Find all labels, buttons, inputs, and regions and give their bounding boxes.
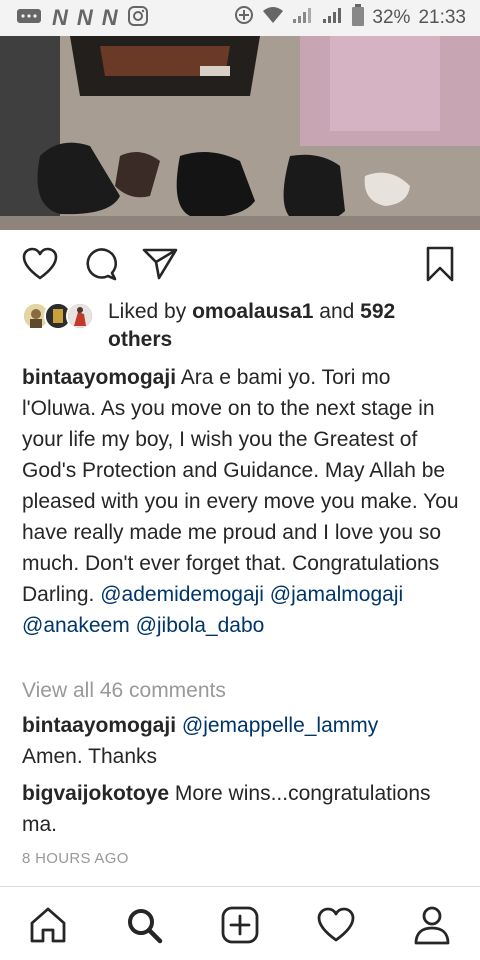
notification-icon: N <box>101 5 118 30</box>
instagram-icon <box>127 5 149 32</box>
battery-icon <box>352 4 365 32</box>
comment-username[interactable]: bigvaijokotoye <box>22 782 169 805</box>
wifi-icon <box>262 6 284 30</box>
mention-link[interactable]: @jibola_dabo <box>136 614 265 637</box>
liked-by-prefix: Liked by <box>108 300 193 323</box>
avatar <box>66 302 94 330</box>
liker-avatars[interactable] <box>22 302 100 332</box>
home-icon[interactable] <box>26 903 70 947</box>
notification-icon: N <box>52 5 68 30</box>
caption-text: Ara e bami yo. Tori mo l'Oluwa. As you m… <box>22 366 459 606</box>
post-actions <box>0 236 480 294</box>
add-icon[interactable] <box>218 903 262 947</box>
screen-icon <box>16 7 42 30</box>
data-saver-icon <box>234 5 254 31</box>
mention-link[interactable]: @anakeem <box>22 614 130 637</box>
mention-link[interactable]: @jemappelle_lammy <box>182 714 378 737</box>
activity-icon[interactable] <box>314 903 358 947</box>
comment-icon[interactable] <box>80 244 120 284</box>
mention-link[interactable]: @ademidemogaji <box>100 583 264 606</box>
profile-icon[interactable] <box>410 903 454 947</box>
signal-icon <box>292 6 314 30</box>
view-all-comments-link[interactable]: View all 46 comments <box>22 676 226 706</box>
caption-username[interactable]: bintaayomogaji <box>22 366 176 389</box>
comment-username[interactable]: bintaayomogaji <box>22 714 176 737</box>
bookmark-icon[interactable] <box>420 244 460 284</box>
mention-link[interactable]: @jamalmogaji <box>270 583 403 606</box>
comment: bintaayomogaji @jemappelle_lammy Amen. T… <box>22 710 462 772</box>
heart-icon[interactable] <box>20 244 60 284</box>
liked-by-user[interactable]: omoalausa1 <box>192 300 313 323</box>
post-timestamp: 8 HOURS AGO <box>22 850 129 867</box>
clock: 21:33 <box>418 7 466 28</box>
likes-row: Liked by omoalausa1 and 592 others <box>22 298 462 358</box>
notification-icon: N <box>76 5 93 30</box>
liked-by-text[interactable]: Liked by omoalausa1 and 592 others <box>108 298 458 354</box>
search-icon[interactable] <box>122 903 166 947</box>
post-photo[interactable] <box>0 36 480 230</box>
status-bar: N N N 32% 21:33 <box>0 0 480 36</box>
share-icon[interactable] <box>140 244 180 284</box>
battery-percent: 32% <box>372 7 411 28</box>
comment-text: Amen. Thanks <box>22 745 158 768</box>
signal-icon <box>322 6 344 30</box>
comment: bigvaijokotoye More wins...congratulatio… <box>22 778 462 840</box>
bottom-navigation <box>0 886 480 960</box>
post-caption: bintaayomogaji Ara e bami yo. Tori mo l'… <box>22 362 462 641</box>
liked-by-and: and <box>313 300 361 323</box>
